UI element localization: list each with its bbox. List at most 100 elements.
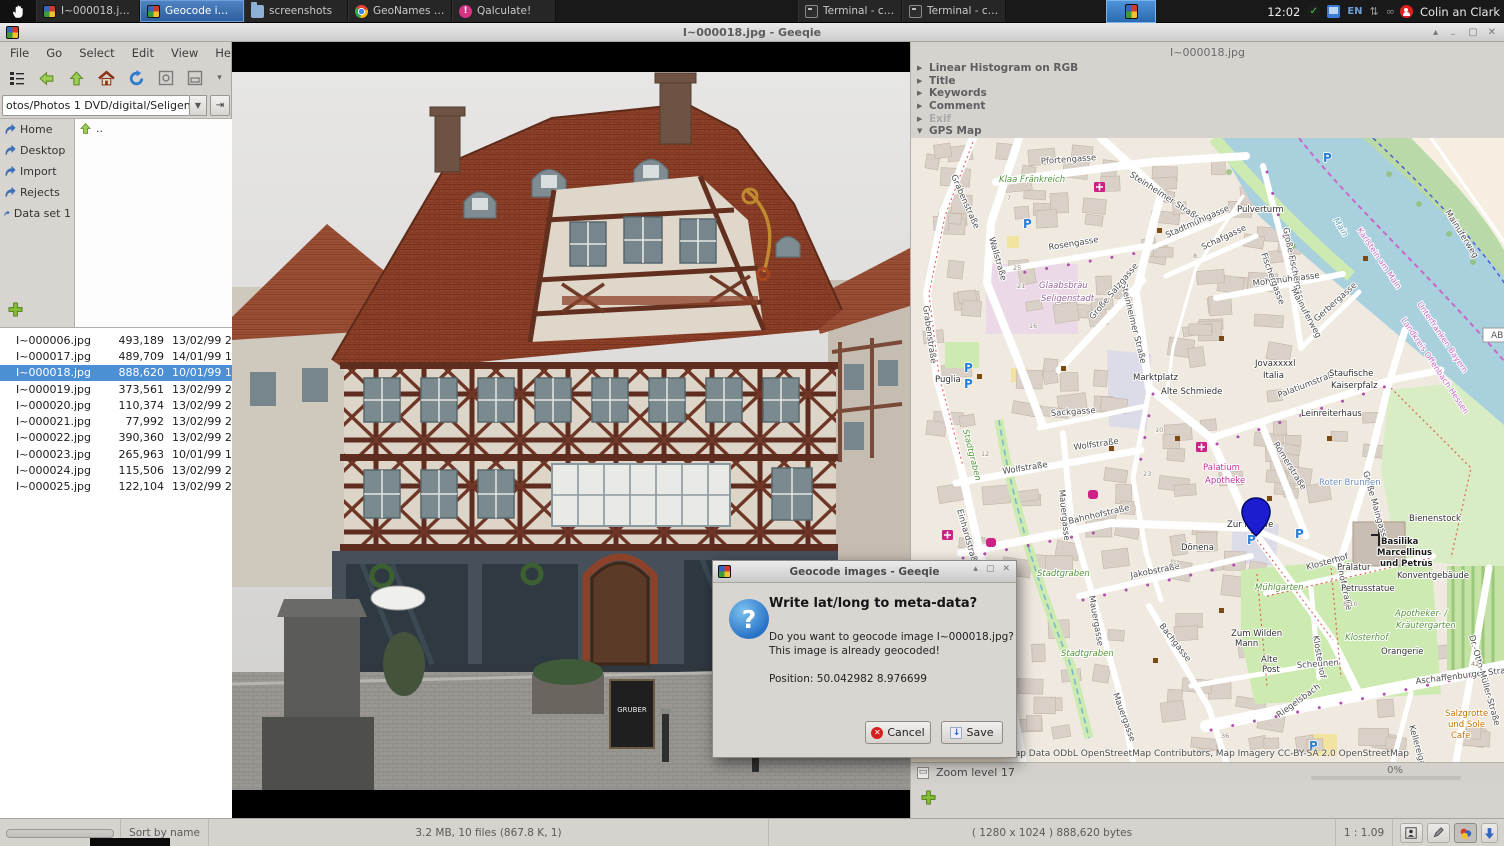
map-building: [1160, 700, 1185, 722]
person-icon[interactable]: [1400, 823, 1423, 843]
float-panel-button[interactable]: [158, 68, 174, 88]
close-icon[interactable]: ✕: [1002, 564, 1010, 574]
map-label: Puglia: [935, 375, 961, 385]
section-exif[interactable]: ▶Exif: [917, 112, 1504, 125]
map-building: [1188, 346, 1206, 367]
path-go-button[interactable]: ⇥: [210, 95, 230, 116]
bookmark-import[interactable]: Import: [0, 161, 74, 182]
add-pane-button[interactable]: [921, 790, 936, 809]
shade-icon[interactable]: ▴: [1433, 27, 1438, 38]
maximize-icon[interactable]: ▢: [986, 564, 995, 574]
bookmark-desktop[interactable]: Desktop: [0, 140, 74, 161]
file-name: I~000019.jpg: [16, 383, 108, 396]
window-titlebar[interactable]: I~000018.jpg - Geeqie ▴ ﹣ ▢ ✕: [0, 23, 1504, 42]
file-row[interactable]: I~000020.jpg110,37413/02/99 20:40:00: [0, 397, 232, 413]
section-gps-map[interactable]: ▼GPS Map: [917, 125, 1504, 138]
map-label: Kräutergarten: [1396, 621, 1456, 631]
add-bookmark-button[interactable]: [8, 302, 23, 321]
save-button[interactable]: ↓ Save: [941, 721, 1003, 744]
file-row[interactable]: I~000025.jpg122,10413/02/99 20:40:08: [0, 479, 232, 495]
toolbar-overflow-button[interactable]: ▾: [216, 68, 223, 88]
cancel-button[interactable]: ✕ Cancel: [865, 721, 931, 744]
map-label: Konventgebäude: [1397, 571, 1469, 581]
close-icon[interactable]: ✕: [1488, 27, 1496, 38]
file-row[interactable]: I~000006.jpg493,18913/02/99 20:39:56: [0, 332, 232, 348]
section-label: Comment: [929, 100, 985, 112]
geocode-dialog[interactable]: Geocode images - Geeqie ▴ ▢ ✕ ? Write la…: [712, 560, 1017, 758]
dialog-titlebar[interactable]: Geocode images - Geeqie ▴ ▢ ✕: [713, 561, 1016, 583]
taskbar-pinned-geeqie-button[interactable]: [1106, 0, 1156, 23]
taskbar-window-button[interactable]: GeoNames Fulltextsear...: [348, 0, 452, 22]
file-row[interactable]: I~000024.jpg115,50613/02/99 20:40:08: [0, 462, 232, 478]
file-row[interactable]: I~000021.jpg77,99213/02/99 20:40:02: [0, 413, 232, 429]
status-tool-buttons: [1392, 819, 1504, 846]
map-label: Stadtgraben: [1037, 569, 1090, 579]
back-button[interactable]: [38, 68, 55, 88]
menu-view[interactable]: View: [171, 46, 198, 60]
menu-edit[interactable]: Edit: [132, 46, 154, 60]
taskbar-window-button[interactable]: Terminal - cclark@talltr...: [902, 0, 1006, 22]
file-row[interactable]: I~000023.jpg265,96310/01/99 19:40:46: [0, 446, 232, 462]
app-menu-button[interactable]: [0, 0, 36, 22]
refresh-button[interactable]: [128, 68, 145, 88]
path-dropdown-button[interactable]: ▼: [190, 95, 207, 116]
file-row[interactable]: I~000022.jpg390,36013/02/99 20:40:06: [0, 430, 232, 446]
section-title[interactable]: ▶Title: [917, 75, 1504, 88]
shade-icon[interactable]: ▴: [973, 564, 978, 574]
qalculate-icon: !: [459, 5, 472, 18]
keyboard-layout[interactable]: EN: [1347, 6, 1362, 17]
file-row[interactable]: I~000017.jpg489,70914/01/99 19:55:42: [0, 348, 232, 364]
map-building: [1196, 269, 1224, 284]
bookmark-data-set-1[interactable]: Data set 1: [0, 203, 74, 224]
map-building: [1101, 548, 1129, 569]
section-keywords[interactable]: ▶Keywords: [917, 87, 1504, 100]
map-building: [1082, 198, 1106, 215]
path-bar: otos/Photos 1 DVD/digital/Seligenstadt ▼…: [0, 92, 232, 118]
section-comment[interactable]: ▶Comment: [917, 100, 1504, 113]
network-arrows-icon[interactable]: ⇅: [1370, 5, 1379, 18]
triangle-right-icon: ▶: [917, 115, 924, 123]
user-session-icon[interactable]: [1400, 5, 1413, 18]
taskbar-window-button[interactable]: !Qalculate!: [452, 0, 556, 22]
minimize-icon[interactable]: ﹣: [1448, 25, 1458, 40]
menu-select[interactable]: Select: [79, 46, 114, 60]
tile-progress-bar: [1311, 776, 1461, 780]
map-label: Marcellinus: [1377, 548, 1432, 558]
maximize-icon[interactable]: ▢: [1468, 27, 1477, 38]
display-icon[interactable]: [1327, 5, 1340, 18]
bookmark-icon: [3, 165, 16, 178]
map-building: [961, 300, 981, 317]
up-button[interactable]: [68, 68, 85, 88]
file-row[interactable]: I~000018.jpg888,62010/01/99 19:39:16: [0, 365, 232, 381]
path-input[interactable]: otos/Photos 1 DVD/digital/Seligenstadt: [2, 95, 190, 116]
hand-icon: [11, 4, 26, 19]
cancel-label: Cancel: [887, 726, 924, 739]
taskbar-window-button[interactable]: Terminal - cclark@talltr...: [798, 0, 902, 22]
section-linear-histogram-on-rgb[interactable]: ▶Linear Histogram on RGB: [917, 62, 1504, 75]
taskbar-window-button[interactable]: I~000018.jpg - Geeqie: [36, 0, 140, 22]
pen-icon[interactable]: [1427, 823, 1450, 843]
taskbar-window-button[interactable]: screenshots: [244, 0, 348, 22]
updater-icon[interactable]: ✓: [1307, 5, 1320, 18]
map-label: P: [1323, 151, 1332, 165]
collapse-icon[interactable]: ▭: [917, 767, 929, 779]
menu-go[interactable]: Go: [46, 46, 62, 60]
taskbar-window-button[interactable]: Geocode images - Gee...: [140, 0, 244, 22]
view-list-button[interactable]: [9, 68, 25, 88]
map-building: [1153, 247, 1173, 257]
zoom-ratio[interactable]: 1 : 1.09: [1335, 819, 1392, 846]
arrow-down-icon[interactable]: [1481, 823, 1498, 843]
bookmark-label: Import: [20, 165, 57, 178]
plus-icon: [921, 790, 936, 805]
save-icon: ↓: [950, 727, 962, 739]
color-management-icon[interactable]: [1454, 823, 1477, 843]
menu-file[interactable]: File: [10, 46, 29, 60]
panes-button[interactable]: [187, 68, 203, 88]
file-row[interactable]: I~000019.jpg373,56113/02/99 20:40:00: [0, 381, 232, 397]
bookmark-home[interactable]: Home: [0, 119, 74, 140]
link-icon[interactable]: ∞: [1386, 5, 1393, 18]
bookmark-rejects[interactable]: Rejects: [0, 182, 74, 203]
clock[interactable]: 12:02: [1267, 5, 1300, 19]
parent-folder-row[interactable]: ..: [75, 119, 232, 137]
home-button[interactable]: [98, 68, 115, 88]
